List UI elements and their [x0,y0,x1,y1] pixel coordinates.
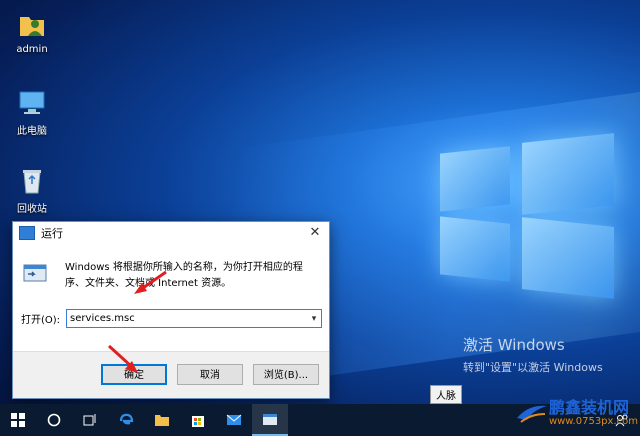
desktop-icon-label: 此电脑 [17,126,47,137]
site-watermark: 鹏鑫装机网 www.0753px.com [515,398,638,428]
dialog-description: Windows 将根据你所输入的名称，为你打开相应的程序、文件夹、文档或 Int… [65,262,303,289]
watermark-url: www.0753px.com [548,415,638,427]
desktop-icon-label: 回收站 [17,204,47,215]
store-icon[interactable] [180,404,216,436]
site-logo-icon [516,405,547,423]
desktop-icon-recycle-bin[interactable]: 回收站 [8,166,56,215]
command-input[interactable] [67,312,308,325]
run-app-icon[interactable] [252,404,288,436]
dialog-titlebar[interactable]: 运行 ✕ [13,222,329,244]
windows-start-icon[interactable] [0,404,36,436]
annotation-arrow-icon [107,344,138,373]
user-folder-icon [17,10,47,40]
close-icon[interactable]: ✕ [307,225,323,241]
task-view-icon[interactable] [72,404,108,436]
chevron-down-icon[interactable]: ▾ [307,314,321,324]
file-explorer-icon[interactable] [144,404,180,436]
run-program-icon [23,262,49,284]
open-combobox[interactable]: ▾ [66,309,323,328]
desktop-icon-admin[interactable]: admin [8,10,56,55]
desktop-icon-this-pc[interactable]: 此电脑 [8,88,56,137]
cancel-button[interactable]: 取消 [177,364,243,385]
dialog-title: 运行 [41,227,63,240]
browse-button[interactable]: 浏览(B)... [253,364,319,385]
recycle-bin-icon [17,166,47,196]
dialog-button-bar: 确定 取消 浏览(B)... [13,351,329,398]
annotation-arrow-icon [134,270,167,294]
activation-title: 激活 Windows [463,336,565,354]
edge-icon[interactable] [108,404,144,436]
computer-icon [17,88,47,118]
mail-icon[interactable] [216,404,252,436]
cortana-icon[interactable] [36,404,72,436]
activation-notice: 激活 Windows 转到"设置"以激活 Windows [463,334,603,375]
desktop-icon-label: admin [16,44,48,55]
run-title-icon [19,226,35,240]
activation-subtitle: 转到"设置"以激活 Windows [463,361,603,374]
run-dialog: 运行 ✕ Windows 将根据你所输入的名称，为你打开相应的程序、文件夹、文档… [12,221,330,399]
watermark-text: 鹏鑫装机网 [548,397,629,417]
people-tooltip: 人脉 [430,385,462,404]
open-label: 打开(O): [21,315,61,326]
open-row: 打开(O): ▾ [21,309,323,328]
